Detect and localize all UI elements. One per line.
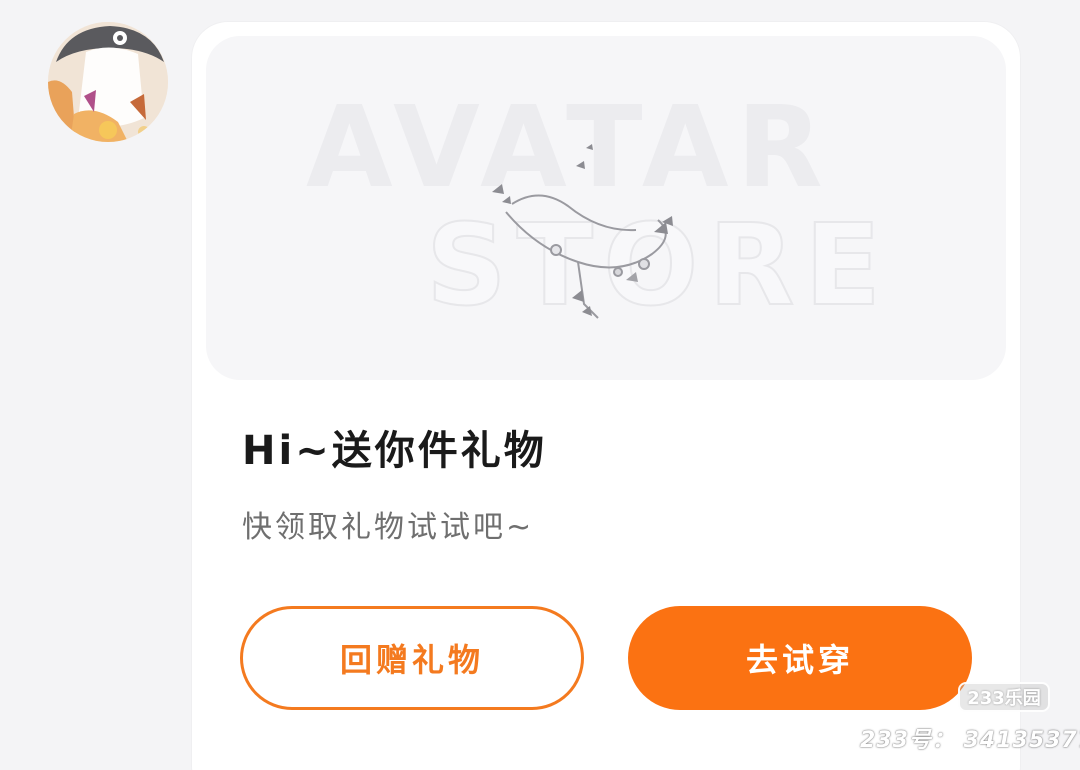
gift-title: Hi~送你件礼物 — [242, 428, 547, 474]
user-avatar-icon — [48, 22, 168, 142]
return-gift-button-label: 回赠礼物 — [339, 641, 484, 679]
gift-card: AVATAR STORE Hi~送你件礼物 快领取礼物试试吧~ 回赠礼物 去试穿 — [192, 22, 1020, 770]
avatar-store-banner: AVATAR STORE — [206, 36, 1006, 380]
banner-art: AVATAR STORE — [306, 83, 882, 332]
platform-watermark-badge: 233乐园 — [958, 682, 1050, 712]
gift-subtitle: 快领取礼物试试吧~ — [242, 510, 535, 545]
return-gift-button[interactable]: 回赠礼物 — [240, 606, 584, 710]
try-on-button[interactable]: 去试穿 — [628, 606, 972, 710]
sender-avatar[interactable] — [48, 22, 168, 142]
platform-watermark-id: 233号： 34135377 — [860, 728, 1080, 753]
chat-screen: AVATAR STORE Hi~送你件礼物 快领取礼物试试吧~ 回赠礼物 去试穿… — [0, 0, 1080, 770]
try-on-button-label: 去试穿 — [745, 641, 854, 679]
banner-watermark-line1: AVATAR — [306, 83, 831, 213]
